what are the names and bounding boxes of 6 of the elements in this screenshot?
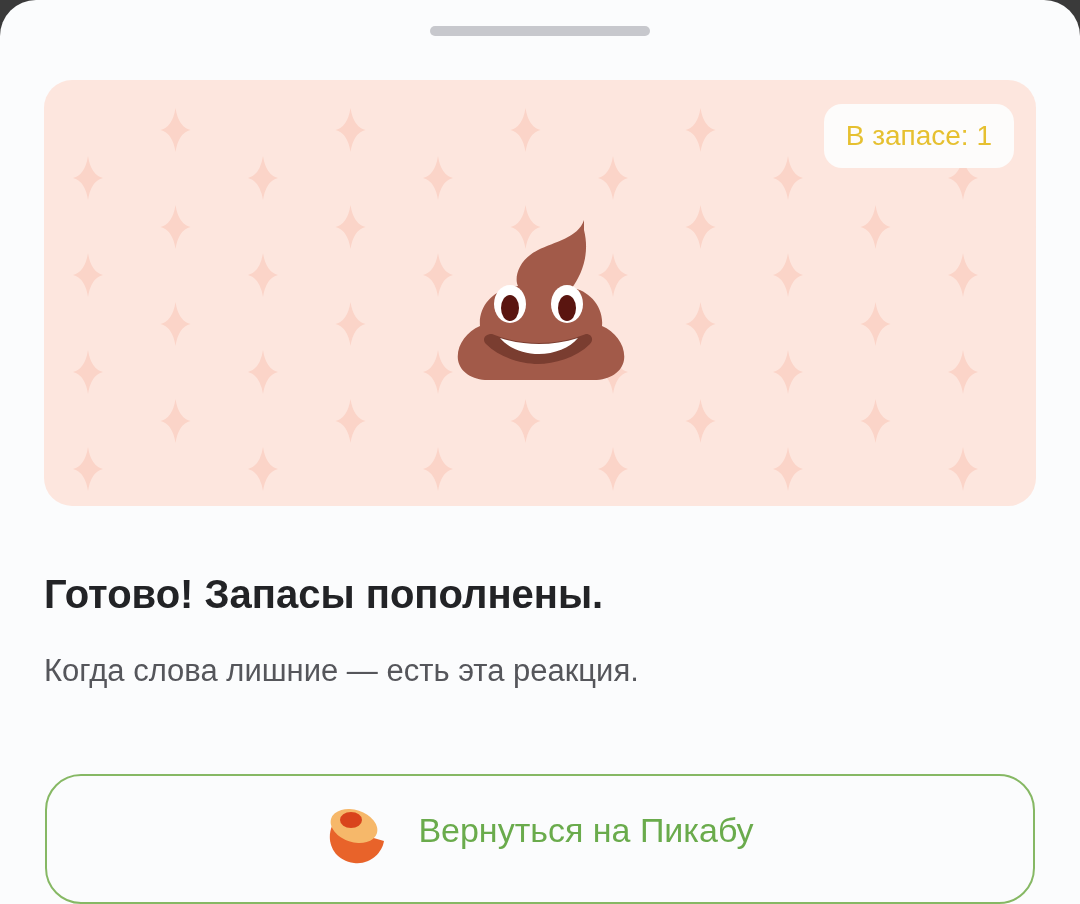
subtitle: Когда слова лишние — есть эта реакция.	[44, 651, 640, 690]
title: Готово! Запасы пополнены.	[44, 570, 605, 618]
return-button[interactable]: Вернуться на Пикабу	[45, 774, 1035, 904]
stock-badge: В запасе: 1	[823, 103, 1014, 168]
poop-emoji-icon	[456, 219, 626, 380]
drag-handle[interactable]	[430, 26, 650, 36]
